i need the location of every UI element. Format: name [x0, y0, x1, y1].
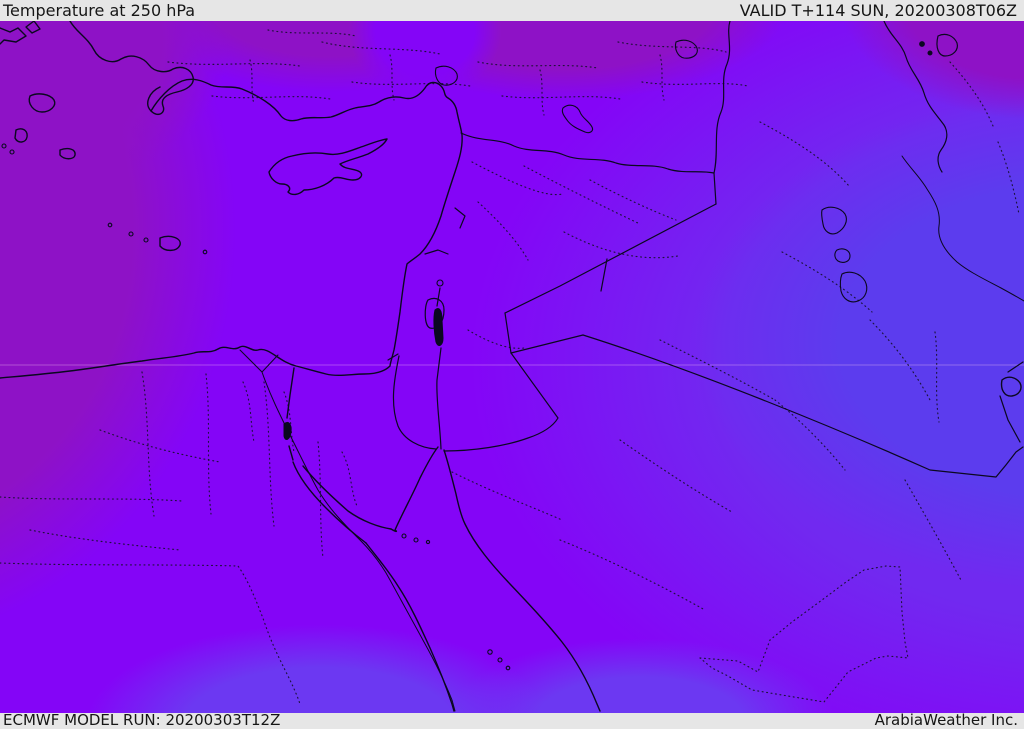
provider-credit-label: ArabiaWeather Inc. — [874, 711, 1018, 729]
map-title: Temperature at 250 hPa — [3, 1, 196, 20]
weather-map-viewport: Temperature at 250 hPa VALID T+114 SUN, … — [0, 0, 1024, 729]
model-run-label: ECMWF MODEL RUN: 20200303T12Z — [3, 711, 281, 729]
valid-time-label: VALID T+114 SUN, 20200308T06Z — [739, 1, 1017, 20]
temperature-shading-field — [0, 21, 1024, 713]
